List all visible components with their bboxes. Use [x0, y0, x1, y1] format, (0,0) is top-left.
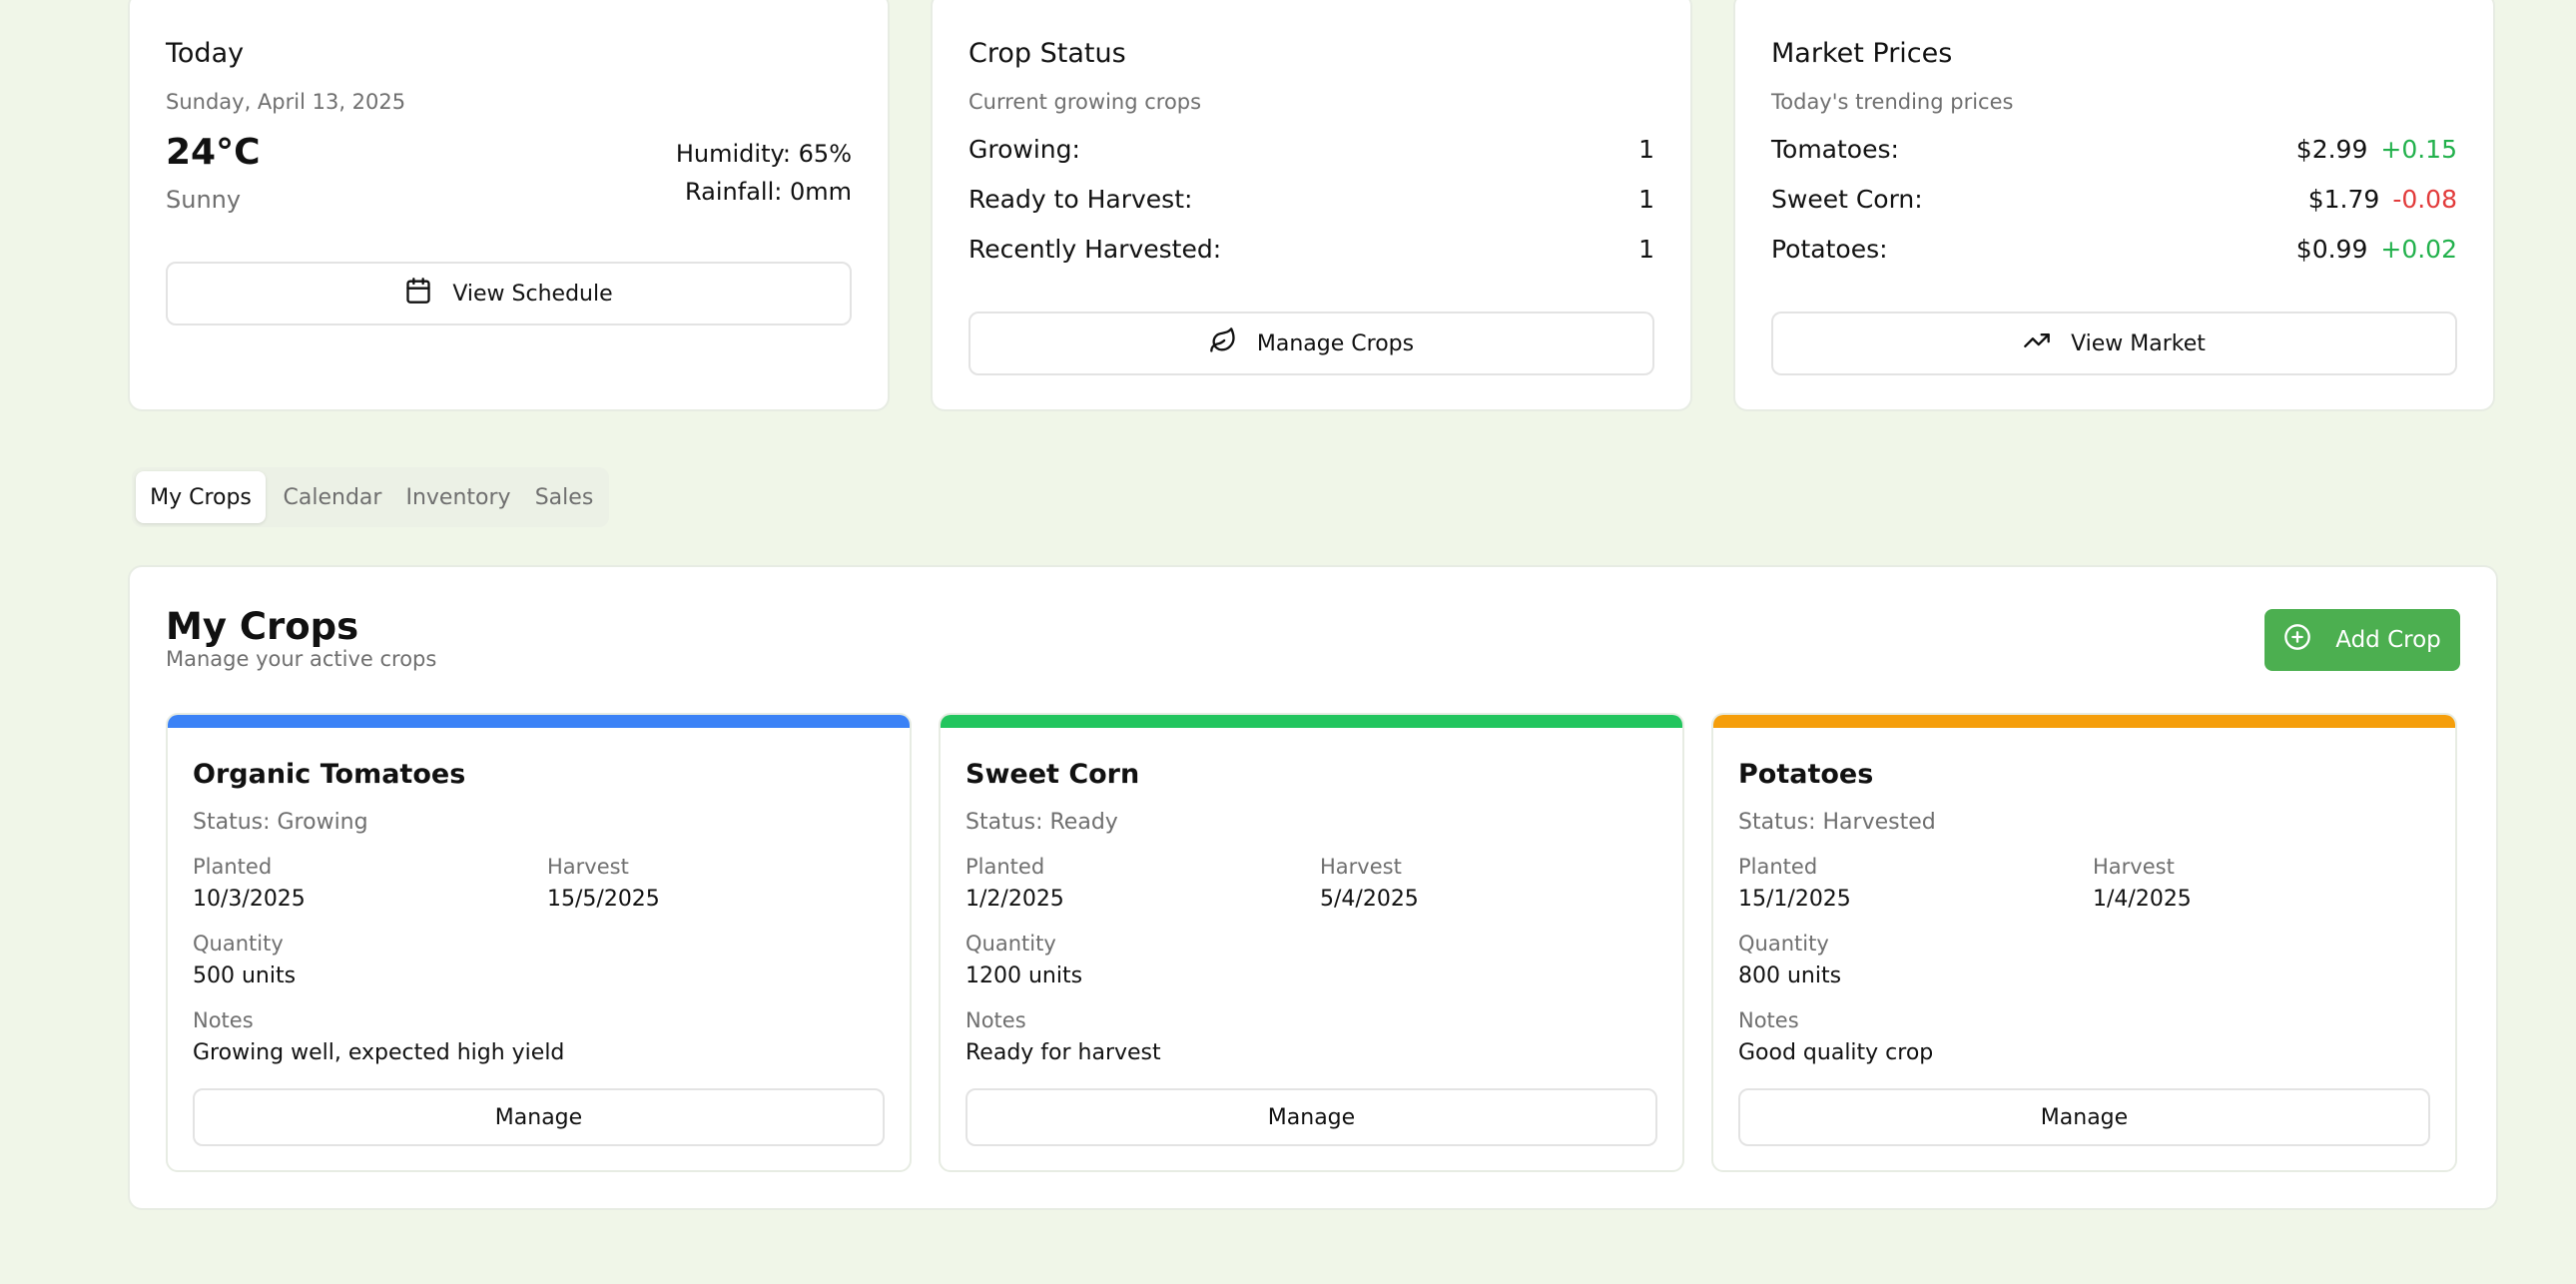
harvest-label: Harvest [2093, 855, 2175, 879]
market-prices-card: Market Prices Today's trending prices To… [1733, 0, 2495, 411]
manage-crops-button[interactable]: Manage Crops [968, 312, 1654, 375]
price-change: +0.02 [2380, 234, 2457, 264]
planted-date: 15/1/2025 [1738, 887, 1851, 912]
quantity-value: 500 units [193, 963, 297, 988]
planted-label: Planted [966, 855, 1045, 879]
status-label: Recently Harvested: [968, 234, 1222, 264]
manage-crops-label: Manage Crops [1256, 330, 1415, 356]
trending-up-icon [2023, 326, 2051, 360]
view-schedule-button[interactable]: View Schedule [166, 262, 852, 325]
tab-sales[interactable]: Sales [525, 471, 603, 523]
planted-label: Planted [193, 855, 273, 879]
view-schedule-label: View Schedule [452, 281, 613, 307]
crop-card-organic-tomatoes: Organic Tomatoes Status: Growing Planted… [166, 713, 912, 1172]
notes-value: Good quality crop [1738, 1040, 1934, 1065]
status-label: Ready to Harvest: [968, 184, 1193, 214]
status-row-harvested: Recently Harvested: 1 [968, 232, 1654, 266]
weather-condition: Sunny [166, 186, 242, 214]
price-row-potatoes: Potatoes: $0.99 +0.02 [1771, 232, 2457, 266]
manage-button[interactable]: Manage [193, 1088, 885, 1146]
tab-calendar[interactable]: Calendar [274, 471, 391, 523]
today-card: Today Sunday, April 13, 2025 24°C Sunny … [128, 0, 890, 411]
harvest-date: 1/4/2025 [2093, 887, 2192, 912]
temperature: 24°C [166, 132, 261, 173]
harvest-date: 5/4/2025 [1320, 887, 1419, 912]
notes-label: Notes [193, 1008, 254, 1032]
crop-status: Status: Harvested [1738, 810, 1936, 835]
add-crop-button[interactable]: Add Crop [2264, 609, 2460, 671]
crop-card-sweet-corn: Sweet Corn Status: Ready Planted 1/2/202… [939, 713, 1684, 1172]
status-count: 1 [1638, 184, 1654, 214]
add-crop-label: Add Crop [2335, 627, 2441, 653]
quantity-value: 800 units [1738, 963, 1842, 988]
plus-circle-icon [2283, 623, 2311, 657]
planted-date: 10/3/2025 [193, 887, 306, 912]
crop-status: Status: Growing [193, 810, 368, 835]
today-date: Sunday, April 13, 2025 [166, 90, 406, 114]
status-row-growing: Growing: 1 [968, 132, 1654, 166]
notes-label: Notes [1738, 1008, 1799, 1032]
harvest-date: 15/5/2025 [547, 887, 660, 912]
manage-button[interactable]: Manage [966, 1088, 1657, 1146]
status-count: 1 [1638, 134, 1654, 164]
today-title: Today [166, 38, 245, 69]
planted-date: 1/2/2025 [966, 887, 1064, 912]
notes-label: Notes [966, 1008, 1026, 1032]
crop-color-bar [168, 715, 910, 728]
status-label: Growing: [968, 134, 1080, 164]
price-value: $1.79 [2307, 184, 2380, 214]
price-item: Tomatoes: [1771, 134, 1899, 164]
quantity-label: Quantity [1738, 932, 1829, 956]
crop-name: Sweet Corn [966, 759, 1140, 790]
crop-status-card: Crop Status Current growing crops Growin… [931, 0, 1692, 411]
quantity-label: Quantity [966, 932, 1056, 956]
price-row-tomatoes: Tomatoes: $2.99 +0.15 [1771, 132, 2457, 166]
tab-my-crops[interactable]: My Crops [136, 471, 266, 523]
price-value: $0.99 [2295, 234, 2368, 264]
price-change: +0.15 [2380, 134, 2457, 164]
notes-value: Growing well, expected high yield [193, 1040, 565, 1065]
my-crops-panel: My Crops Manage your active crops Add Cr… [128, 565, 2498, 1210]
rainfall: Rainfall: 0mm [685, 178, 852, 206]
crop-name: Potatoes [1738, 759, 1874, 790]
quantity-value: 1200 units [966, 963, 1083, 988]
crop-status: Status: Ready [966, 810, 1118, 835]
calendar-icon [404, 277, 432, 311]
panel-title: My Crops [166, 605, 359, 648]
crop-color-bar [941, 715, 1682, 728]
market-title: Market Prices [1771, 38, 1953, 69]
price-change: -0.08 [2392, 184, 2457, 214]
crop-card-potatoes: Potatoes Status: Harvested Planted 15/1/… [1711, 713, 2457, 1172]
notes-value: Ready for harvest [966, 1040, 1161, 1065]
view-market-button[interactable]: View Market [1771, 312, 2457, 375]
price-item: Potatoes: [1771, 234, 1888, 264]
tab-bar: My Crops Calendar Inventory Sales [132, 467, 609, 527]
leaf-icon [1209, 326, 1237, 360]
planted-label: Planted [1738, 855, 1818, 879]
status-count: 1 [1638, 234, 1654, 264]
status-row-ready: Ready to Harvest: 1 [968, 182, 1654, 216]
crop-status-subtitle: Current growing crops [968, 90, 1202, 114]
crop-name: Organic Tomatoes [193, 759, 466, 790]
market-subtitle: Today's trending prices [1771, 90, 2014, 114]
view-market-label: View Market [2071, 330, 2206, 356]
humidity: Humidity: 65% [675, 140, 852, 168]
price-item: Sweet Corn: [1771, 184, 1923, 214]
price-row-sweet-corn: Sweet Corn: $1.79 -0.08 [1771, 182, 2457, 216]
harvest-label: Harvest [1320, 855, 1402, 879]
panel-subtitle: Manage your active crops [166, 647, 437, 671]
quantity-label: Quantity [193, 932, 284, 956]
manage-button[interactable]: Manage [1738, 1088, 2430, 1146]
tab-inventory[interactable]: Inventory [395, 471, 521, 523]
price-value: $2.99 [2295, 134, 2368, 164]
crop-status-title: Crop Status [968, 38, 1126, 69]
harvest-label: Harvest [547, 855, 629, 879]
crop-color-bar [1713, 715, 2455, 728]
